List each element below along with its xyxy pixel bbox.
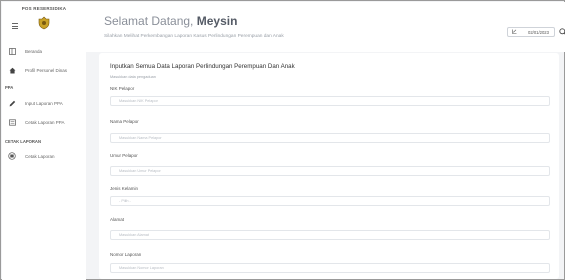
police-emblem-logo xyxy=(38,16,50,30)
sidebar-item-cetak-ppa[interactable]: Cetak Laporan PPA xyxy=(8,118,64,126)
form-title: Inputkan Semua Data Laporan Perlindungan… xyxy=(110,63,295,70)
nik-pelapor-input[interactable]: Masukkan NIK Pelapor xyxy=(110,96,550,106)
user-name: Meysin xyxy=(196,14,238,28)
nik-pelapor-label: NIK Pelapor xyxy=(110,86,135,91)
menu-toggle-button[interactable] xyxy=(12,23,18,29)
welcome-heading: Selamat Datang, Meysin xyxy=(104,14,237,28)
date-value: 02/01/2023 xyxy=(528,29,549,35)
sidebar-item-label: Cetak Laporan PPA xyxy=(25,119,65,125)
print-icon xyxy=(8,152,16,160)
sidebar-item-label: Profil Personel Dinas xyxy=(25,67,68,73)
sidebar-section-cetak: CETAK LAPORAN xyxy=(5,139,41,144)
sidebar-item-beranda[interactable]: Beranda xyxy=(8,47,42,55)
app-frame: POS RESERSIDIKA Beranda Profil Personel … xyxy=(0,0,565,280)
search-icon[interactable] xyxy=(559,28,565,36)
sidebar-item-label: Cetak Laporan xyxy=(25,153,55,159)
alamat-label: Alamat xyxy=(110,217,125,222)
sidebar-item-profil[interactable]: Profil Personel Dinas xyxy=(8,66,67,74)
umur-pelapor-label: Umur Pelapor xyxy=(110,153,138,158)
nomor-laporan-label: Nomor Laporan xyxy=(110,252,142,257)
home-icon xyxy=(8,66,16,74)
report-form-card: Inputkan Semua Data Laporan Perlindungan… xyxy=(99,53,559,279)
alamat-input[interactable]: Masukkan Alamat xyxy=(110,230,550,240)
pencil-icon xyxy=(8,99,16,107)
umur-pelapor-input[interactable]: Masukkan Umur Pelapor xyxy=(110,166,550,176)
dashboard-icon xyxy=(8,47,16,55)
sidebar: POS RESERSIDIKA Beranda Profil Personel … xyxy=(2,2,86,280)
brand: POS RESERSIDIKA xyxy=(2,6,86,11)
sidebar-item-input-laporan[interactable]: Input Laporan PPA xyxy=(8,99,63,107)
calendar-icon xyxy=(512,29,517,35)
nama-pelapor-input[interactable]: Masukkan Nama Pelapor xyxy=(110,133,550,143)
date-picker[interactable]: 02/01/2023 xyxy=(507,27,555,37)
form-subtitle: Masukkan data pengaduan xyxy=(110,75,156,79)
sidebar-item-label: Beranda xyxy=(25,48,43,54)
nomor-laporan-input[interactable]: Masukkan Nomor Laporan xyxy=(110,263,550,273)
jenis-kelamin-label: Jenis Kelamin xyxy=(110,186,139,191)
greeting-text: Selamat Datang, xyxy=(104,14,194,28)
top-header: Selamat Datang, Meysin Silahkan Melihat … xyxy=(86,2,565,52)
sidebar-item-label: Input Laporan PPA xyxy=(25,100,63,106)
page-subtitle: Silahkan Melihat Perkembangan Laporan Ka… xyxy=(104,34,284,39)
sidebar-item-cetak-laporan[interactable]: Cetak Laporan xyxy=(8,152,55,160)
nama-pelapor-label: Nama Pelapor xyxy=(110,119,139,124)
brand-name: POS RESERSIDIKA xyxy=(21,6,67,11)
document-icon xyxy=(8,118,16,126)
jenis-kelamin-select[interactable]: - Pilih - xyxy=(110,196,550,206)
sidebar-section-ppa: PPA xyxy=(5,85,14,90)
